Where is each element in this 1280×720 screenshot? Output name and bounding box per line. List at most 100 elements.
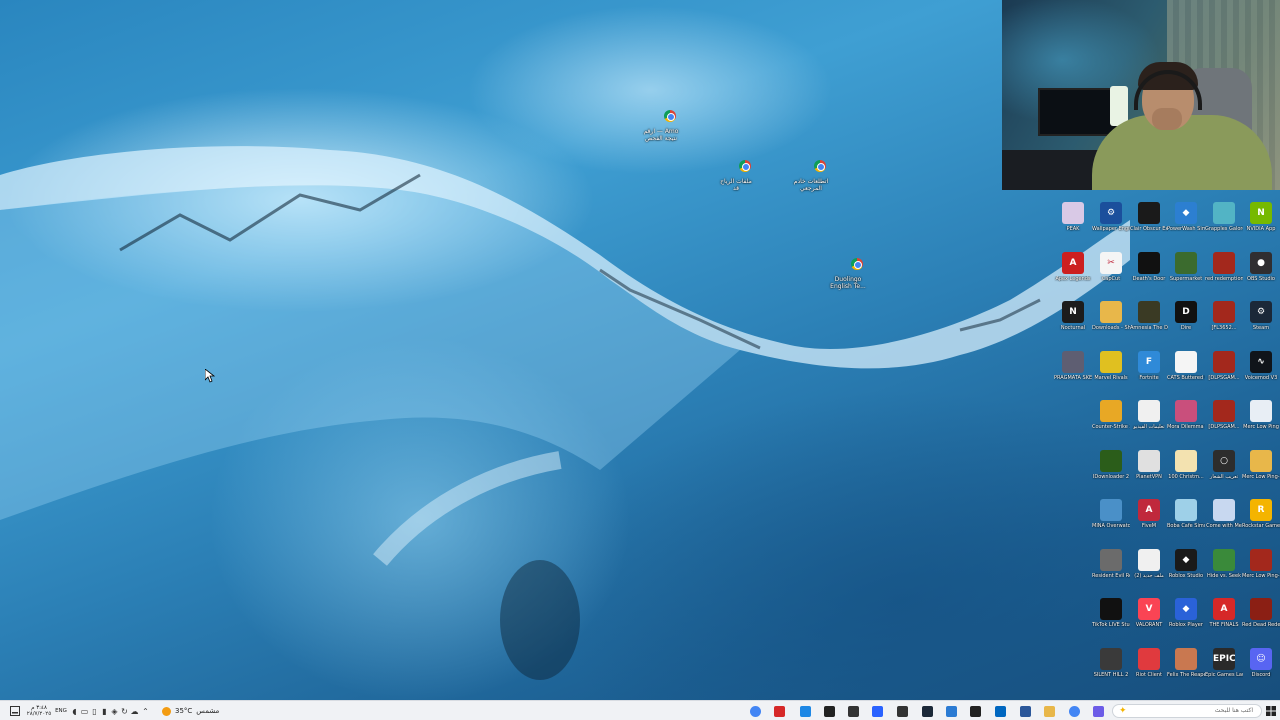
taskbar-app-obs[interactable] [894,704,910,718]
desktop-app-icon[interactable]: [DLPSGAM... [1205,400,1243,430]
taskbar-app-capcut[interactable] [821,704,837,718]
desktop-app-icon[interactable]: ◆ Roblox Player [1167,598,1205,628]
desktop-app-icon[interactable]: Downloads - Shortcut [1092,301,1130,331]
taskbar-app-store[interactable] [992,704,1008,718]
desktop-app-icon[interactable]: ☺ Discord [1242,647,1280,678]
chrome-icon [749,705,761,717]
desktop-app-icon[interactable]: Supermarket [1167,251,1205,282]
taskbar-app-chrome-2[interactable] [1066,704,1082,718]
chrome-shortcut-icon [801,154,826,176]
desktop-app-icon[interactable]: PlanetVPN [1130,449,1168,480]
taskbar-app-edge[interactable] [797,704,813,718]
desktop-app-icon[interactable]: N NVIDIA App [1242,202,1280,232]
taskbar-app-copilot[interactable] [1090,704,1106,718]
desktop-app-icon[interactable]: Red Dead Redempti... [1242,598,1280,628]
app-shortcut-icon [1100,350,1122,373]
desktop-app-icon[interactable]: Amnesia The Dark Descent [1130,301,1168,331]
taskbar-app-vscode[interactable] [943,704,959,718]
taskbar-app-steam[interactable] [919,704,935,718]
desktop-app-icon[interactable]: Riot Client [1130,647,1168,678]
terminal-icon [969,705,981,717]
desktop-app-icon[interactable]: ملف جديد (2) [1130,548,1168,579]
desktop-file-icon[interactable]: ارقم — Amo نتيجة الفحص [626,104,696,142]
app-shortcut-icon: A [1062,251,1084,274]
desktop-app-icon[interactable]: CATS Buttered Cat [1167,350,1205,381]
app-shortcut-icon [1138,449,1160,472]
taskbar-app-recorder[interactable] [771,704,787,718]
desktop-app-icon[interactable]: Felix The Reaper [1167,647,1205,678]
desktop-file-icon[interactable]: Duolingo English Te... [813,252,883,290]
desktop-app-icon[interactable]: EPICEpic Games Launcher [1205,647,1243,678]
desktop-app-icon[interactable]: MINA Overwatch [1092,499,1130,529]
desktop-app-icon[interactable]: Boba Cafe Simulat... [1167,499,1205,529]
desktop-app-icon[interactable]: IDownloader 2 [1092,449,1130,480]
taskbar-app-explorer-doc[interactable] [1017,704,1033,718]
desktop-app-icon[interactable]: N Nocturnal [1054,301,1092,331]
language-indicator[interactable]: ENG [54,704,68,718]
weather-widget[interactable]: 35°C مشمس [162,704,232,718]
desktop-app-icon[interactable]: R Rockstar Games [1242,499,1280,529]
taskbar-app-snip[interactable] [845,704,861,718]
desktop-app-icon[interactable]: Mora Dilemma T... [1167,400,1205,430]
onedrive-icon[interactable]: ☁ [130,704,139,718]
desktop-app-icon[interactable]: PEAK [1054,202,1092,232]
desktop-app-icon[interactable]: Clair Obscur Expedition 33 [1130,202,1168,232]
desktop-app-icon[interactable]: Grapples Galore [1205,202,1243,232]
desktop-app-icon[interactable]: F Fortnite [1130,350,1168,381]
taskbar-app-chrome[interactable] [747,704,763,718]
desktop-app-icon[interactable]: red redemption 2 [1205,251,1243,282]
desktop-app-icon[interactable]: Come with Me [1205,499,1243,529]
desktop-app-icon[interactable]: 100 Christm... [1167,449,1205,480]
volume-icon[interactable]: ◖ [70,704,79,718]
taskbar-app-terminal[interactable] [967,704,983,718]
desktop-app-icon[interactable]: TikTok LIVE Studio [1092,598,1130,628]
desktop-app-icon[interactable]: ○ تعريب الشعار [1205,449,1243,480]
desktop-app-icon[interactable]: ● OBS Studio [1242,251,1280,282]
desktop-app-icon[interactable]: V VALORANT [1130,598,1168,628]
desktop-app-icon[interactable]: ⚙ Wallpaper Engine [1092,202,1130,232]
desktop-toggle[interactable] [4,704,26,718]
desktop-app-icon[interactable]: [FL3652... [1205,301,1243,331]
desktop-app-icon[interactable]: Merc Low Ping [1242,400,1280,430]
start-button[interactable] [1264,704,1278,718]
sync-icon[interactable]: ↻ [120,704,129,718]
desktop-app-icon[interactable]: ⚙ Steam [1242,301,1280,331]
chevron-up-icon[interactable]: ⌃ [141,704,150,718]
desktop-app-icon[interactable]: D Dire [1167,301,1205,331]
desktop-app-icon[interactable]: Hide vs. Seek [1205,548,1243,579]
battery-icon[interactable]: ▯ [90,704,99,718]
taskbar-search[interactable]: ✦ اكتب هنا للبحث [1112,704,1262,718]
app-shortcut-icon: ⚙ [1250,301,1272,323]
desktop-file-label: اتطلعات خادم المرجعي [793,178,829,192]
desktop-app-icon[interactable]: Merc Low Ping-2025 [1242,449,1280,480]
desktop-app-icon[interactable]: Marvel Rivals [1092,350,1130,381]
desktop-file-icon[interactable]: اتطلعات خادم المرجعي [776,154,846,192]
taskbar-app-media[interactable] [869,704,885,718]
desktop-app-icon[interactable]: [DLPSGAM... [1205,350,1243,381]
desktop-app-icon[interactable]: ∿ Voicemod V3 [1242,350,1280,381]
desktop-app-icon[interactable]: ◆ Roblox Studio [1167,548,1205,579]
desktop-app-icon[interactable]: SILENT HILL 2 [1092,647,1130,678]
network-icon[interactable]: ▭ [80,704,89,718]
desktop-app-icon[interactable]: A FiveM [1130,499,1168,529]
desktop-app-icon[interactable]: تعليمات الفيديو [1130,400,1168,430]
desktop-app-icon[interactable]: Resident Evil Requiem [1092,548,1130,579]
microphone-icon[interactable]: ▮ [100,704,109,718]
desktop-app-icon[interactable]: A Apex Legends [1054,251,1092,282]
desktop-app-icon[interactable]: PRAGMATA SKETCHBOO... [1054,350,1092,381]
desktop-app-icon[interactable]: Merc Low Ping-2025 [1242,548,1280,579]
taskbar-app-folder[interactable] [1041,704,1057,718]
desktop-app-icon[interactable]: A THE FINALS [1205,598,1243,628]
desktop-app-icon[interactable]: Counter-Strike 2 [1092,400,1130,430]
desktop-wallpaper[interactable]: ارقم — Amo نتيجة الفحص ملفات الرياح قد اتط… [0,0,1280,700]
app-label: Apex Legends [1055,275,1091,282]
desktop-app-icon[interactable]: Death's Door [1130,251,1168,282]
taskbar-clock[interactable]: ٣:٤٨ م ٢٨/٧/٢٠٢٥ [24,704,54,718]
app-shortcut-icon [1100,598,1122,620]
shield-icon[interactable]: ◈ [110,704,119,718]
desktop-file-icon[interactable]: ملفات الرياح قد [701,154,771,192]
desktop-app-icon[interactable]: ◆ PowerWash Simulator [1167,202,1205,232]
app-label: Red Dead Redempti... [1242,622,1280,628]
desktop-app-icon[interactable]: ✂ CapCut [1092,251,1130,282]
copilot-icon [1092,705,1104,717]
